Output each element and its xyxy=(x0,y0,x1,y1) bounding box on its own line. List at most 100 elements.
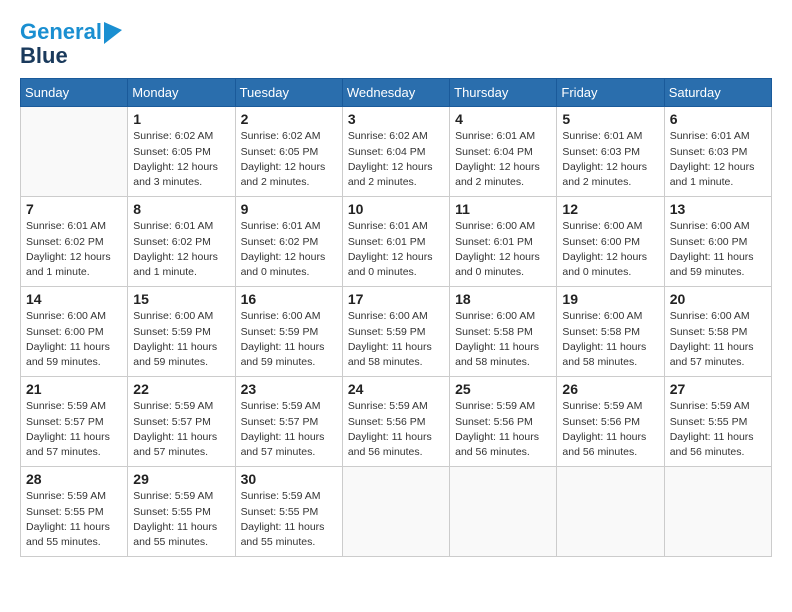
day-detail: Sunrise: 6:00 AM Sunset: 6:01 PM Dayligh… xyxy=(455,219,551,280)
calendar-cell: 13Sunrise: 6:00 AM Sunset: 6:00 PM Dayli… xyxy=(664,197,771,287)
calendar-cell: 25 Sunrise: 5:59 AM Sunset: 5:56 PM Dayli… xyxy=(450,377,557,467)
weekday-header-monday: Monday xyxy=(128,79,235,107)
week-row-1: 1 Sunrise: 6:02 AM Sunset: 6:05 PM Daylig… xyxy=(21,107,772,197)
calendar-cell: 2 Sunrise: 6:02 AM Sunset: 6:05 PM Daylig… xyxy=(235,107,342,197)
calendar-cell: 20Sunrise: 6:00 AM Sunset: 5:58 PM Dayli… xyxy=(664,287,771,377)
day-number: 23 xyxy=(241,381,337,397)
day-detail: Sunrise: 6:00 AM Sunset: 5:58 PM Dayligh… xyxy=(562,309,658,370)
day-detail: Sunrise: 6:00 AM Sunset: 6:00 PM Dayligh… xyxy=(670,219,766,280)
calendar-cell xyxy=(450,467,557,557)
week-row-5: 28 Sunrise: 5:59 AM Sunset: 5:55 PM Dayli… xyxy=(21,467,772,557)
day-detail: Sunrise: 6:00 AM Sunset: 5:58 PM Dayligh… xyxy=(455,309,551,370)
calendar-cell: 27 Sunrise: 5:59 AM Sunset: 5:55 PM Dayli… xyxy=(664,377,771,467)
day-detail: Sunrise: 5:59 AM Sunset: 5:57 PM Dayligh… xyxy=(133,399,229,460)
day-detail: Sunrise: 6:00 AM Sunset: 5:59 PM Dayligh… xyxy=(133,309,229,370)
calendar-cell: 3 Sunrise: 6:02 AM Sunset: 6:04 PM Daylig… xyxy=(342,107,449,197)
day-number: 21 xyxy=(26,381,122,397)
logo: GeneralBlue xyxy=(20,20,122,68)
day-number: 30 xyxy=(241,471,337,487)
day-number: 6 xyxy=(670,111,766,127)
day-detail: Sunrise: 5:59 AM Sunset: 5:55 PM Dayligh… xyxy=(670,399,766,460)
calendar-cell: 21 Sunrise: 5:59 AM Sunset: 5:57 PM Dayli… xyxy=(21,377,128,467)
day-detail: Sunrise: 6:01 AM Sunset: 6:02 PM Dayligh… xyxy=(26,219,122,280)
calendar-cell: 10 Sunrise: 6:01 AM Sunset: 6:01 PM Dayli… xyxy=(342,197,449,287)
day-number: 22 xyxy=(133,381,229,397)
day-detail: Sunrise: 5:59 AM Sunset: 5:57 PM Dayligh… xyxy=(26,399,122,460)
day-detail: Sunrise: 6:02 AM Sunset: 6:05 PM Dayligh… xyxy=(241,129,337,190)
day-number: 4 xyxy=(455,111,551,127)
day-number: 27 xyxy=(670,381,766,397)
calendar-cell: 22 Sunrise: 5:59 AM Sunset: 5:57 PM Dayli… xyxy=(128,377,235,467)
calendar-cell: 15 Sunrise: 6:00 AM Sunset: 5:59 PM Dayli… xyxy=(128,287,235,377)
day-number: 26 xyxy=(562,381,658,397)
weekday-header-friday: Friday xyxy=(557,79,664,107)
day-detail: Sunrise: 6:01 AM Sunset: 6:03 PM Dayligh… xyxy=(562,129,658,190)
calendar-cell: 28 Sunrise: 5:59 AM Sunset: 5:55 PM Dayli… xyxy=(21,467,128,557)
calendar-cell: 8 Sunrise: 6:01 AM Sunset: 6:02 PM Daylig… xyxy=(128,197,235,287)
calendar-cell: 6 Sunrise: 6:01 AM Sunset: 6:03 PM Daylig… xyxy=(664,107,771,197)
week-row-2: 7 Sunrise: 6:01 AM Sunset: 6:02 PM Daylig… xyxy=(21,197,772,287)
day-detail: Sunrise: 5:59 AM Sunset: 5:56 PM Dayligh… xyxy=(455,399,551,460)
day-number: 1 xyxy=(133,111,229,127)
day-number: 24 xyxy=(348,381,444,397)
calendar-cell: 18 Sunrise: 6:00 AM Sunset: 5:58 PM Dayli… xyxy=(450,287,557,377)
calendar-cell xyxy=(342,467,449,557)
weekday-header-saturday: Saturday xyxy=(664,79,771,107)
day-number: 15 xyxy=(133,291,229,307)
weekday-header-sunday: Sunday xyxy=(21,79,128,107)
calendar-cell: 14 Sunrise: 6:00 AM Sunset: 6:00 PM Dayli… xyxy=(21,287,128,377)
calendar-cell: 4Sunrise: 6:01 AM Sunset: 6:04 PM Daylig… xyxy=(450,107,557,197)
day-number: 8 xyxy=(133,201,229,217)
day-detail: Sunrise: 6:00 AM Sunset: 5:58 PM Dayligh… xyxy=(670,309,766,370)
weekday-header-row: SundayMondayTuesdayWednesdayThursdayFrid… xyxy=(21,79,772,107)
day-detail: Sunrise: 6:00 AM Sunset: 5:59 PM Dayligh… xyxy=(348,309,444,370)
day-number: 7 xyxy=(26,201,122,217)
calendar-cell: 1 Sunrise: 6:02 AM Sunset: 6:05 PM Daylig… xyxy=(128,107,235,197)
day-number: 2 xyxy=(241,111,337,127)
day-number: 3 xyxy=(348,111,444,127)
calendar-cell: 9Sunrise: 6:01 AM Sunset: 6:02 PM Daylig… xyxy=(235,197,342,287)
calendar-cell: 5 Sunrise: 6:01 AM Sunset: 6:03 PM Daylig… xyxy=(557,107,664,197)
day-number: 5 xyxy=(562,111,658,127)
day-detail: Sunrise: 6:00 AM Sunset: 5:59 PM Dayligh… xyxy=(241,309,337,370)
day-number: 10 xyxy=(348,201,444,217)
page-header: GeneralBlue xyxy=(20,20,772,68)
calendar-cell: 26Sunrise: 5:59 AM Sunset: 5:56 PM Dayli… xyxy=(557,377,664,467)
day-detail: Sunrise: 6:00 AM Sunset: 6:00 PM Dayligh… xyxy=(26,309,122,370)
day-number: 19 xyxy=(562,291,658,307)
day-number: 11 xyxy=(455,201,551,217)
weekday-header-wednesday: Wednesday xyxy=(342,79,449,107)
day-detail: Sunrise: 5:59 AM Sunset: 5:55 PM Dayligh… xyxy=(133,489,229,550)
calendar-table: SundayMondayTuesdayWednesdayThursdayFrid… xyxy=(20,78,772,557)
weekday-header-thursday: Thursday xyxy=(450,79,557,107)
day-detail: Sunrise: 6:02 AM Sunset: 6:04 PM Dayligh… xyxy=(348,129,444,190)
day-detail: Sunrise: 6:01 AM Sunset: 6:01 PM Dayligh… xyxy=(348,219,444,280)
day-number: 16 xyxy=(241,291,337,307)
calendar-cell: 17 Sunrise: 6:00 AM Sunset: 5:59 PM Dayli… xyxy=(342,287,449,377)
day-number: 29 xyxy=(133,471,229,487)
calendar-cell: 12 Sunrise: 6:00 AM Sunset: 6:00 PM Dayli… xyxy=(557,197,664,287)
calendar-cell: 16 Sunrise: 6:00 AM Sunset: 5:59 PM Dayli… xyxy=(235,287,342,377)
calendar-cell: 30 Sunrise: 5:59 AM Sunset: 5:55 PM Dayli… xyxy=(235,467,342,557)
calendar-cell: 19 Sunrise: 6:00 AM Sunset: 5:58 PM Dayli… xyxy=(557,287,664,377)
week-row-4: 21 Sunrise: 5:59 AM Sunset: 5:57 PM Dayli… xyxy=(21,377,772,467)
day-number: 12 xyxy=(562,201,658,217)
day-detail: Sunrise: 6:01 AM Sunset: 6:03 PM Dayligh… xyxy=(670,129,766,190)
day-detail: Sunrise: 6:01 AM Sunset: 6:02 PM Dayligh… xyxy=(133,219,229,280)
calendar-cell: 11 Sunrise: 6:00 AM Sunset: 6:01 PM Dayli… xyxy=(450,197,557,287)
day-number: 18 xyxy=(455,291,551,307)
day-detail: Sunrise: 5:59 AM Sunset: 5:55 PM Dayligh… xyxy=(26,489,122,550)
calendar-cell: 7 Sunrise: 6:01 AM Sunset: 6:02 PM Daylig… xyxy=(21,197,128,287)
day-number: 17 xyxy=(348,291,444,307)
day-detail: Sunrise: 6:02 AM Sunset: 6:05 PM Dayligh… xyxy=(133,129,229,190)
calendar-cell: 24 Sunrise: 5:59 AM Sunset: 5:56 PM Dayli… xyxy=(342,377,449,467)
day-number: 25 xyxy=(455,381,551,397)
day-number: 28 xyxy=(26,471,122,487)
day-number: 14 xyxy=(26,291,122,307)
calendar-cell xyxy=(557,467,664,557)
day-detail: Sunrise: 6:00 AM Sunset: 6:00 PM Dayligh… xyxy=(562,219,658,280)
day-detail: Sunrise: 6:01 AM Sunset: 6:02 PM Dayligh… xyxy=(241,219,337,280)
day-detail: Sunrise: 5:59 AM Sunset: 5:55 PM Dayligh… xyxy=(241,489,337,550)
day-detail: Sunrise: 5:59 AM Sunset: 5:56 PM Dayligh… xyxy=(348,399,444,460)
calendar-cell xyxy=(664,467,771,557)
